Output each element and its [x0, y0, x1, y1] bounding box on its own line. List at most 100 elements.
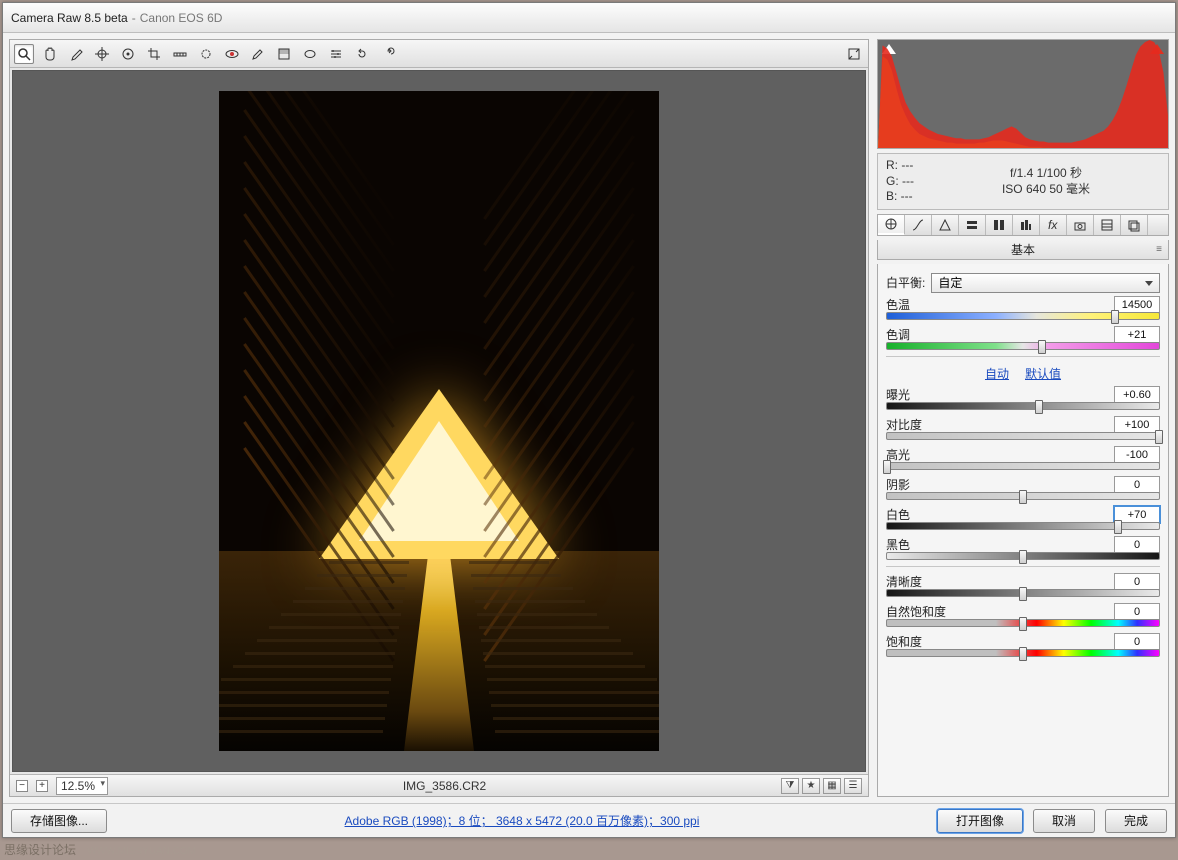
- zoom-value: 12.5%: [61, 779, 95, 793]
- input-temp[interactable]: [1114, 296, 1160, 313]
- slider-whites[interactable]: [886, 522, 1160, 530]
- straighten-icon[interactable]: [170, 44, 190, 64]
- rating-icon[interactable]: ★: [802, 778, 820, 794]
- cancel-label: 取消: [1052, 812, 1076, 829]
- cancel-button[interactable]: 取消: [1033, 809, 1095, 833]
- zoom-in-icon[interactable]: +: [36, 780, 48, 792]
- tab-fx[interactable]: fx: [1040, 215, 1067, 235]
- tab-lens[interactable]: [1013, 215, 1040, 235]
- slider-exposure[interactable]: [886, 402, 1160, 410]
- radial-filter-icon[interactable]: [300, 44, 320, 64]
- wb-label: 白平衡:: [886, 274, 925, 291]
- label-blacks: 黑色: [886, 536, 910, 553]
- label-exposure: 曝光: [886, 386, 910, 403]
- wb-row: 白平衡: 自定: [886, 274, 1160, 292]
- crop-icon[interactable]: [144, 44, 164, 64]
- basic-panel: 白平衡: 自定 色温色调自动默认值曝光对比度高光阴影白色黑色清晰度自然饱和度饱和…: [877, 264, 1169, 797]
- exif-line2: ISO 640 50 毫米: [1002, 181, 1090, 198]
- auto-default-links: 自动 默认值: [886, 363, 1160, 386]
- rotate-ccw-icon[interactable]: [352, 44, 372, 64]
- toolbar: [10, 40, 868, 68]
- exif-line1: f/1.4 1/100 秒: [1010, 165, 1082, 182]
- workflow-link[interactable]: Adobe RGB (1998)；8 位； 3648 x 5472 (20.0 …: [345, 814, 700, 828]
- viewer-statusbar: − + 12.5% IMG_3586.CR2 ⧩ ★ ▦ ☰: [10, 774, 868, 796]
- slider-vibrance[interactable]: [886, 619, 1160, 627]
- input-blacks[interactable]: [1114, 536, 1160, 553]
- histogram[interactable]: [877, 39, 1169, 149]
- label-whites: 白色: [886, 506, 910, 523]
- slider-shadows[interactable]: [886, 492, 1160, 500]
- menu-icon[interactable]: ☰: [844, 778, 862, 794]
- wb-value: 自定: [938, 274, 962, 291]
- tab-detail[interactable]: [932, 215, 959, 235]
- slider-blacks[interactable]: [886, 552, 1160, 560]
- readout-b: B: ---: [886, 189, 914, 205]
- input-highlights[interactable]: [1114, 446, 1160, 463]
- adjustment-brush-icon[interactable]: [248, 44, 268, 64]
- panel-title-text: 基本: [1011, 241, 1035, 258]
- targeted-adjust-icon[interactable]: [118, 44, 138, 64]
- slider-highlights[interactable]: [886, 462, 1160, 470]
- left-pane: /* generated below via JS */ − + 12.5% I…: [9, 39, 869, 797]
- title-sep: -: [132, 11, 136, 25]
- thumbnails-icon[interactable]: ▦: [823, 778, 841, 794]
- input-exposure[interactable]: [1114, 386, 1160, 403]
- input-tint[interactable]: [1114, 326, 1160, 343]
- zoom-select[interactable]: 12.5%: [56, 777, 108, 795]
- done-label: 完成: [1124, 812, 1148, 829]
- tab-camera[interactable]: [1067, 215, 1094, 235]
- graduated-filter-icon[interactable]: [274, 44, 294, 64]
- readout-g: G: ---: [886, 174, 914, 190]
- input-clarity[interactable]: [1114, 573, 1160, 590]
- tab-basic[interactable]: [878, 215, 905, 235]
- tab-presets[interactable]: [1094, 215, 1121, 235]
- filename-label: IMG_3586.CR2: [403, 779, 486, 793]
- zoom-out-icon[interactable]: −: [16, 780, 28, 792]
- hand-icon[interactable]: [40, 44, 60, 64]
- wb-select[interactable]: 自定: [931, 273, 1160, 293]
- image-viewer[interactable]: /* generated below via JS */: [12, 70, 866, 772]
- color-sampler-icon[interactable]: [92, 44, 112, 64]
- camera-raw-window: Camera Raw 8.5 beta - Canon EOS 6D: [2, 2, 1176, 838]
- slider-saturation[interactable]: [886, 649, 1160, 657]
- fullscreen-icon[interactable]: [844, 44, 864, 64]
- slider-temp[interactable]: [886, 312, 1160, 320]
- filmstrip-controls: ⧩ ★ ▦ ☰: [781, 778, 862, 794]
- panel-tabs: fx: [877, 214, 1169, 236]
- readout-r: R: ---: [886, 158, 914, 174]
- auto-link[interactable]: 自动: [985, 367, 1009, 381]
- preferences-icon[interactable]: [326, 44, 346, 64]
- label-saturation: 饱和度: [886, 633, 922, 650]
- save-image-button[interactable]: 存储图像...: [11, 809, 107, 833]
- eyedropper-icon[interactable]: [66, 44, 86, 64]
- panel-menu-icon[interactable]: ≡: [1156, 244, 1162, 255]
- input-saturation[interactable]: [1114, 633, 1160, 650]
- redeye-icon[interactable]: [222, 44, 242, 64]
- input-shadows[interactable]: [1114, 476, 1160, 493]
- tab-snapshots[interactable]: [1121, 215, 1148, 235]
- spot-removal-icon[interactable]: [196, 44, 216, 64]
- slider-contrast[interactable]: [886, 432, 1160, 440]
- panel-title: 基本 ≡: [877, 240, 1169, 260]
- preview-image: /* generated below via JS */: [219, 91, 659, 751]
- save-image-label: 存储图像...: [30, 812, 88, 829]
- slider-tint[interactable]: [886, 342, 1160, 350]
- rotate-cw-icon[interactable]: [378, 44, 398, 64]
- tab-hsl[interactable]: [959, 215, 986, 235]
- input-vibrance[interactable]: [1114, 603, 1160, 620]
- footer-site: WWW.MISSYUAN.COM: [87, 846, 196, 857]
- input-contrast[interactable]: [1114, 416, 1160, 433]
- tab-split[interactable]: [986, 215, 1013, 235]
- main-body: /* generated below via JS */ − + 12.5% I…: [3, 33, 1175, 803]
- tab-curve[interactable]: [905, 215, 932, 235]
- label-tint: 色调: [886, 326, 910, 343]
- bottom-bar: 存储图像... Adobe RGB (1998)；8 位； 3648 x 547…: [3, 803, 1175, 837]
- default-link[interactable]: 默认值: [1025, 367, 1061, 381]
- open-image-button[interactable]: 打开图像: [937, 809, 1023, 833]
- histogram-chart: [878, 40, 1168, 148]
- zoom-icon[interactable]: [14, 44, 34, 64]
- filter-icon[interactable]: ⧩: [781, 778, 799, 794]
- slider-clarity[interactable]: [886, 589, 1160, 597]
- done-button[interactable]: 完成: [1105, 809, 1167, 833]
- label-contrast: 对比度: [886, 416, 922, 433]
